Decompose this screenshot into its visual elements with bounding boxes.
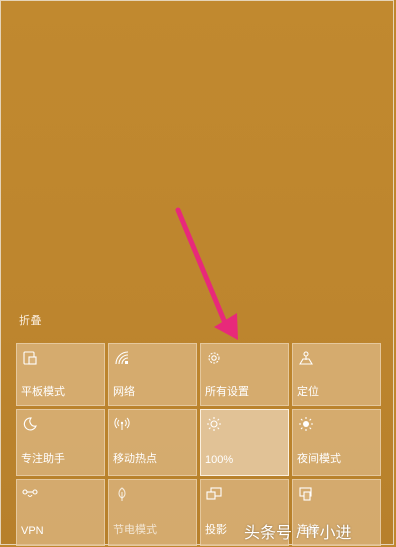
quick-actions-grid: 平板模式 网络 所有设置 定位 专注助手 移动热点 100% 夜间模式 VPN … [16, 343, 381, 546]
tile-night-light[interactable]: 夜间模式 [292, 409, 381, 476]
tile-all-settings[interactable]: 所有设置 [200, 343, 289, 406]
tile-label: 网络 [113, 386, 135, 398]
tile-focus-assist[interactable]: 专注助手 [16, 409, 105, 476]
project-icon [206, 486, 222, 502]
vpn-icon [22, 486, 38, 502]
location-icon [298, 350, 314, 366]
tile-label: 专注助手 [21, 453, 65, 465]
tablet-mode-icon [22, 350, 38, 366]
brightness-icon [206, 416, 222, 432]
tile-label: 夜间模式 [297, 453, 341, 465]
tile-label: 所有设置 [205, 386, 249, 398]
tile-label: 移动热点 [113, 453, 157, 465]
tile-label: 节电模式 [113, 524, 157, 536]
tile-label: VPN [21, 525, 44, 537]
tile-brightness[interactable]: 100% [200, 409, 289, 476]
tile-label: 100% [205, 454, 234, 466]
battery-saver-icon [114, 486, 130, 502]
gear-icon [206, 350, 222, 366]
collapse-link[interactable]: 折叠 [19, 312, 42, 328]
tile-tablet-mode[interactable]: 平板模式 [16, 343, 105, 406]
tile-location[interactable]: 定位 [292, 343, 381, 406]
tile-label: 投影 [205, 524, 227, 536]
network-icon [114, 350, 130, 366]
tile-label: 平板模式 [21, 386, 65, 398]
tile-network[interactable]: 网络 [108, 343, 197, 406]
hotspot-icon [114, 416, 130, 432]
watermark: 头条号 / IT小进 [244, 525, 352, 542]
tile-battery-saver[interactable]: 节电模式 [108, 479, 197, 546]
tile-mobile-hotspot[interactable]: 移动热点 [108, 409, 197, 476]
tile-label: 定位 [297, 386, 319, 398]
connect-icon [298, 486, 314, 502]
night-light-icon [298, 416, 314, 432]
tile-vpn[interactable]: VPN [16, 479, 105, 546]
moon-icon [22, 416, 38, 432]
